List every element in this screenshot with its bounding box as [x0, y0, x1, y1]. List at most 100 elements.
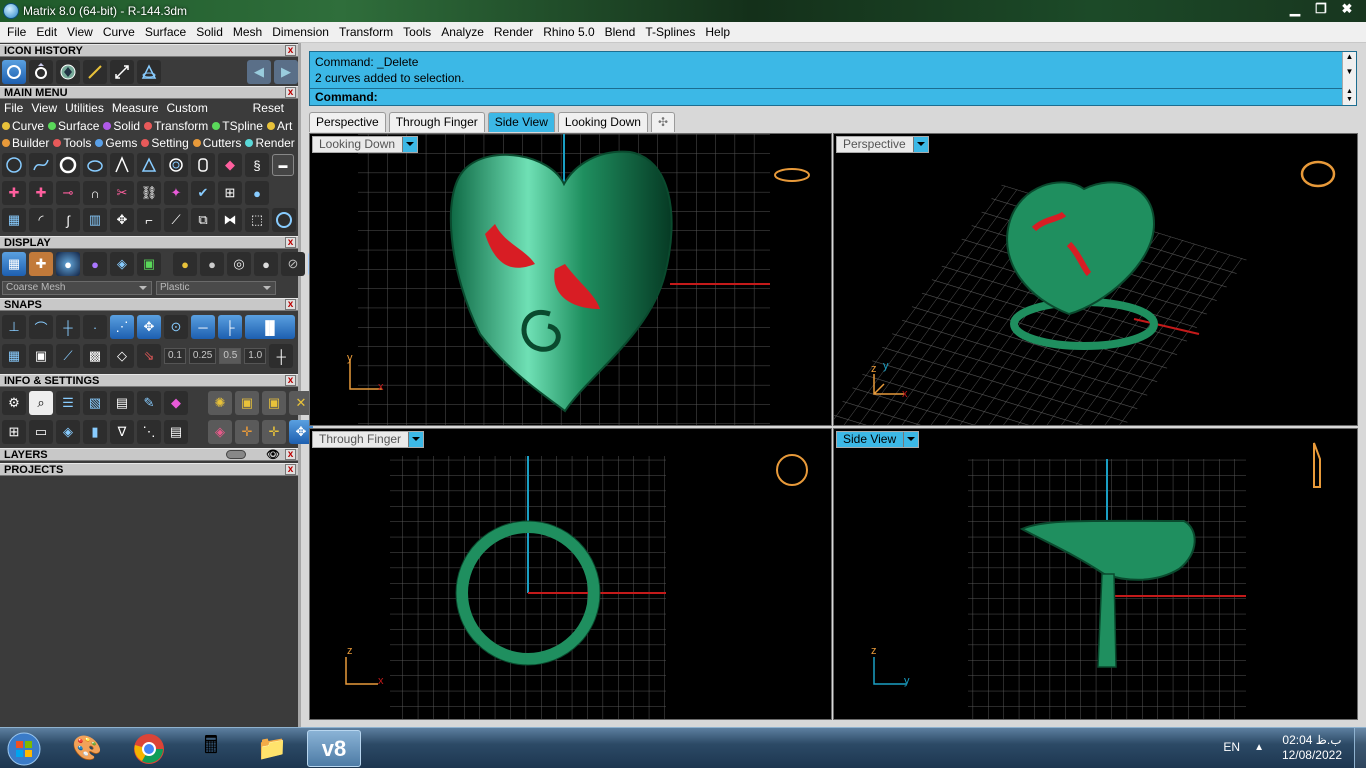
chrome-material-icon[interactable]: ◎ — [227, 252, 251, 276]
menu-dimension[interactable]: Dimension — [267, 22, 334, 43]
link-icon[interactable]: ⛓ — [137, 181, 161, 205]
menu-edit[interactable]: Edit — [31, 22, 62, 43]
layers-header[interactable]: LAYERS 👁 x — [0, 448, 298, 461]
taskbar-chrome[interactable] — [122, 730, 176, 767]
viewport-perspective[interactable]: Perspective z y x — [833, 133, 1358, 426]
snap-mid-icon[interactable]: · — [83, 315, 107, 339]
history-back-icon[interactable]: ◀ — [247, 60, 271, 84]
tab-through-finger[interactable]: Through Finger — [388, 112, 485, 132]
mm-custom[interactable]: Custom — [163, 101, 212, 115]
cat-render[interactable]: Render — [245, 136, 295, 150]
shank-icon[interactable] — [83, 153, 107, 177]
cat-builder[interactable]: Builder — [2, 136, 49, 150]
gumball-icon[interactable]: ┼ — [269, 344, 294, 368]
command-input[interactable] — [381, 90, 1282, 104]
render-axis-icon[interactable]: ✛ — [235, 420, 259, 444]
mirror-icon[interactable]: ⧓ — [218, 208, 242, 232]
planar-icon[interactable]: ▩ — [83, 344, 107, 368]
menu-file[interactable]: File — [2, 22, 31, 43]
corner-icon[interactable]: ⌐ — [137, 208, 161, 232]
main-menu-header[interactable]: MAIN MENU x — [0, 86, 298, 99]
menu-surface[interactable]: Surface — [140, 22, 191, 43]
settings-gear-icon[interactable]: ⚙ — [2, 391, 26, 415]
language-indicator[interactable]: EN — [1223, 740, 1240, 754]
icon-history-close-icon[interactable]: x — [285, 45, 296, 56]
cat-cutters[interactable]: Cutters — [192, 136, 241, 150]
cat-curve[interactable]: Curve — [2, 119, 44, 133]
command-line-spinner[interactable]: ▲ ▼ — [1342, 88, 1356, 105]
move-arrows-icon[interactable]: ✥ — [110, 208, 134, 232]
box-icon[interactable]: ◈ — [56, 420, 80, 444]
add-point-icon[interactable]: ✚ — [2, 181, 26, 205]
pattern-icon[interactable]: ✦ — [164, 181, 188, 205]
layers-close-icon[interactable]: x — [285, 449, 296, 460]
camera-b-icon[interactable]: ▣ — [262, 391, 286, 415]
menu-tools[interactable]: Tools — [398, 22, 436, 43]
start-button[interactable] — [0, 730, 48, 767]
split-icon[interactable]: ▥ — [83, 208, 107, 232]
tab-side-view[interactable]: Side View — [487, 112, 555, 132]
mm-file[interactable]: File — [0, 101, 27, 115]
gold-material-icon[interactable]: ● — [173, 252, 197, 276]
main-menu-close-icon[interactable]: x — [285, 87, 296, 98]
sphere-icon[interactable]: ● — [245, 181, 269, 205]
ring-wizard-icon[interactable] — [29, 60, 53, 84]
looking-down-label[interactable]: Looking Down — [312, 136, 419, 153]
menu-blend[interactable]: Blend — [600, 22, 641, 43]
info-settings-close-icon[interactable]: x — [285, 375, 296, 386]
cat-transform[interactable]: Transform — [144, 119, 208, 133]
scroll-up-arrow-icon[interactable]: ▲ — [1343, 52, 1356, 61]
snap-disable-icon[interactable]: ▐▌ — [245, 315, 295, 339]
wireframe-icon[interactable]: ▦ — [2, 252, 26, 276]
menu-render[interactable]: Render — [489, 22, 538, 43]
grid-toggle-icon[interactable]: ▣ — [137, 252, 161, 276]
shaded-icon[interactable]: ✚ — [29, 252, 53, 276]
circle-curve-icon[interactable] — [2, 153, 26, 177]
snap-perp-icon[interactable]: ⊙ — [164, 315, 188, 339]
ortho-icon[interactable]: ⟋ — [56, 344, 80, 368]
cat-setting[interactable]: Setting — [141, 136, 189, 150]
remove-point-icon[interactable]: ⊸ — [56, 181, 80, 205]
through-finger-label[interactable]: Through Finger — [312, 431, 425, 448]
icon-history-header[interactable]: ICON HISTORY x — [0, 44, 298, 57]
xray-icon[interactable]: ◈ — [110, 252, 134, 276]
taskbar-explorer[interactable]: 📁 — [245, 730, 299, 767]
snap-center-icon[interactable]: ⋰ — [110, 315, 134, 339]
snap-value-0-5[interactable]: 0.5 — [219, 348, 242, 364]
show-desktop-button[interactable] — [1354, 728, 1366, 768]
menu-tsplines[interactable]: T-Splines — [640, 22, 700, 43]
light-icon[interactable]: ✺ — [208, 391, 232, 415]
cat-surface[interactable]: Surface — [48, 119, 99, 133]
snap-value-0-25[interactable]: 0.25 — [188, 348, 217, 364]
cursor-select-icon[interactable]: ⬚ — [245, 208, 269, 232]
mesh-quality-select[interactable]: Coarse Mesh — [2, 281, 152, 295]
menu-curve[interactable]: Curve — [98, 22, 140, 43]
zoom-icon[interactable]: ⌕ — [29, 391, 53, 415]
snap-point-icon[interactable]: ┼ — [56, 315, 80, 339]
snap-end-icon[interactable]: ⊥ — [2, 315, 26, 339]
layers-stack-icon[interactable]: ☰ — [56, 391, 80, 415]
snap-int-icon[interactable]: ✥ — [137, 315, 161, 339]
silver-material-icon[interactable]: ● — [200, 252, 224, 276]
cat-art[interactable]: Art — [266, 119, 292, 133]
menu-mesh[interactable]: Mesh — [228, 22, 267, 43]
viewport-side-view[interactable]: Side View z y — [833, 428, 1358, 720]
tab-looking-down[interactable]: Looking Down — [557, 112, 648, 132]
platinum-material-icon[interactable]: ● — [254, 252, 278, 276]
mm-view[interactable]: View — [27, 101, 61, 115]
camera-a-icon[interactable]: ▣ — [235, 391, 259, 415]
snap-value-0-1[interactable]: 0.1 — [164, 348, 186, 364]
projects-header[interactable]: PROJECTS x — [0, 463, 298, 476]
snaps-header[interactable]: SNAPS x — [0, 298, 298, 311]
rendered-icon[interactable]: ● — [56, 252, 80, 276]
taskbar-calculator[interactable]: 🖩 — [184, 730, 238, 767]
render-box-icon[interactable]: ◈ — [208, 420, 232, 444]
mm-utilities[interactable]: Utilities — [61, 101, 108, 115]
cubes-icon[interactable]: ▦ — [2, 208, 26, 232]
prong-icon[interactable] — [110, 153, 134, 177]
loop-icon[interactable]: ∩ — [83, 181, 107, 205]
head-icon[interactable] — [137, 153, 161, 177]
ghosted-icon[interactable]: ● — [83, 252, 107, 276]
trim-icon[interactable]: ✂ — [110, 181, 134, 205]
distribute-icon[interactable]: ⋱ — [137, 420, 161, 444]
